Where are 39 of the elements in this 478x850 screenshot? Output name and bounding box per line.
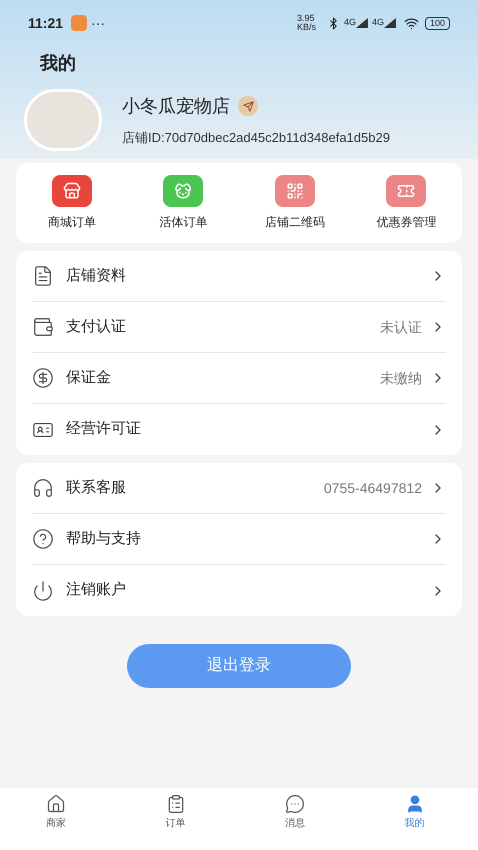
coin-icon <box>32 367 54 389</box>
status-time: 11:21 <box>28 14 64 32</box>
menu-item[interactable]: 保证金 未缴纳 <box>32 353 446 404</box>
status-value: 未缴纳 <box>380 368 422 388</box>
menu-item[interactable]: 店铺资料 <box>32 251 446 302</box>
tab-item[interactable]: 我的 <box>358 794 478 850</box>
chat-icon <box>285 794 305 814</box>
menu-item[interactable]: 帮助与支持 <box>32 514 446 565</box>
headset-icon <box>32 477 54 499</box>
menu-item[interactable]: 经营许可证 <box>32 404 446 455</box>
shortcut-item[interactable]: 商城订单 <box>16 175 128 231</box>
network-label: 4G <box>372 16 384 30</box>
status-value: 未认证 <box>380 318 422 336</box>
document-icon <box>32 265 54 287</box>
help-icon <box>32 528 54 550</box>
tab-item[interactable]: 订单 <box>120 794 239 850</box>
store-name: 小冬瓜宠物店 <box>122 94 230 118</box>
wallet-icon <box>32 316 54 338</box>
menu-item[interactable]: 联系客服 0755-46497812 <box>32 463 446 514</box>
tab-item[interactable]: 商家 <box>0 794 120 850</box>
list-icon <box>166 794 186 814</box>
badge-icon <box>238 96 258 116</box>
network-speed: 3.95 KB/s <box>296 14 317 32</box>
store-id: 店铺ID:70d70dbec2ad45c2b11d348efa1d5b29 <box>122 128 390 147</box>
network-label: 4G <box>344 16 356 30</box>
battery-icon: 100 <box>424 16 450 30</box>
menu-item[interactable]: 支付认证 未认证 <box>32 302 446 353</box>
power-icon <box>32 580 54 602</box>
shortcut-item[interactable]: 活体订单 <box>128 175 239 231</box>
more-text: ··· <box>91 14 106 32</box>
status-value: 0755-46497812 <box>324 478 422 498</box>
shortcut-item[interactable]: 店铺二维码 <box>239 175 350 231</box>
home-icon <box>46 794 66 814</box>
app-icon <box>71 15 88 31</box>
shortcut-item[interactable]: 优惠券管理 <box>350 175 462 231</box>
menu-item[interactable]: 注销账户 <box>32 565 446 616</box>
tab-item[interactable]: 消息 <box>239 794 358 850</box>
page-title: 我的 <box>38 52 77 75</box>
wifi-icon <box>404 16 419 30</box>
